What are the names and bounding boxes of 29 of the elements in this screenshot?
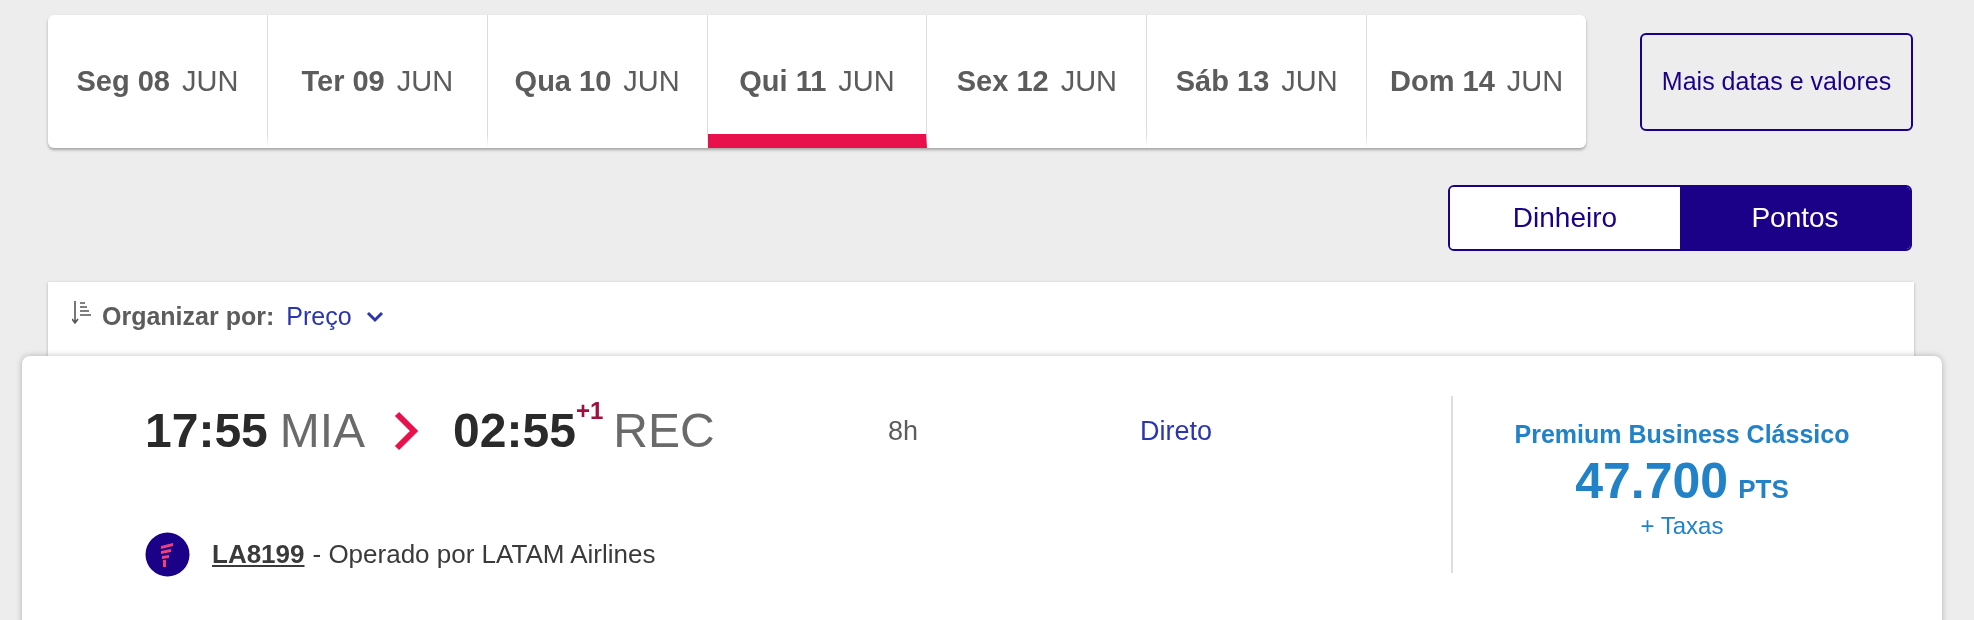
date-tab[interactable]: Qua 10 JUN (487, 15, 708, 148)
date-tab[interactable]: Sex 12 JUN (927, 15, 1148, 148)
more-dates-button[interactable]: Mais datas e valores (1640, 33, 1913, 131)
chevron-down-icon (365, 310, 384, 323)
currency-toggle-option[interactable]: Dinheiro (1450, 187, 1680, 249)
fare-cabin: Premium Business Clássico (1514, 419, 1850, 450)
airline-logo-icon (145, 532, 190, 577)
origin-code: MIA (279, 403, 366, 459)
currency-toggle-option[interactable]: Pontos (1680, 187, 1910, 249)
fare-taxes: + Taxas (1640, 510, 1724, 541)
flight-number-link[interactable]: LA8199 (212, 535, 305, 574)
date-tab[interactable]: Ter 09 JUN (267, 15, 488, 148)
sort-dropdown[interactable]: Preço (286, 298, 384, 336)
departure-time: 17:55 (145, 403, 268, 459)
date-tab[interactable]: Sáb 13 JUN (1147, 15, 1368, 148)
day-offset: +1 (575, 396, 604, 426)
fare-points: 47.700 (1575, 455, 1729, 506)
arrival-time: 02:55 (453, 403, 576, 459)
stops-label: Direto (1140, 414, 1213, 448)
chevron-right-icon (393, 411, 420, 451)
sort-label: Organizar por: (102, 301, 275, 332)
date-tab[interactable]: Seg 08 JUN (48, 15, 268, 148)
operator-text: - Operado por LATAM Airlines (312, 538, 656, 571)
sort-icon (72, 300, 94, 326)
date-tab[interactable]: Qui 11 JUN (707, 15, 928, 148)
destination-code: REC (613, 403, 715, 459)
flight-duration: 8h (888, 414, 920, 448)
date-tab[interactable]: Dom 14 JUN (1367, 15, 1586, 148)
fare-unit: PTS (1738, 475, 1789, 502)
